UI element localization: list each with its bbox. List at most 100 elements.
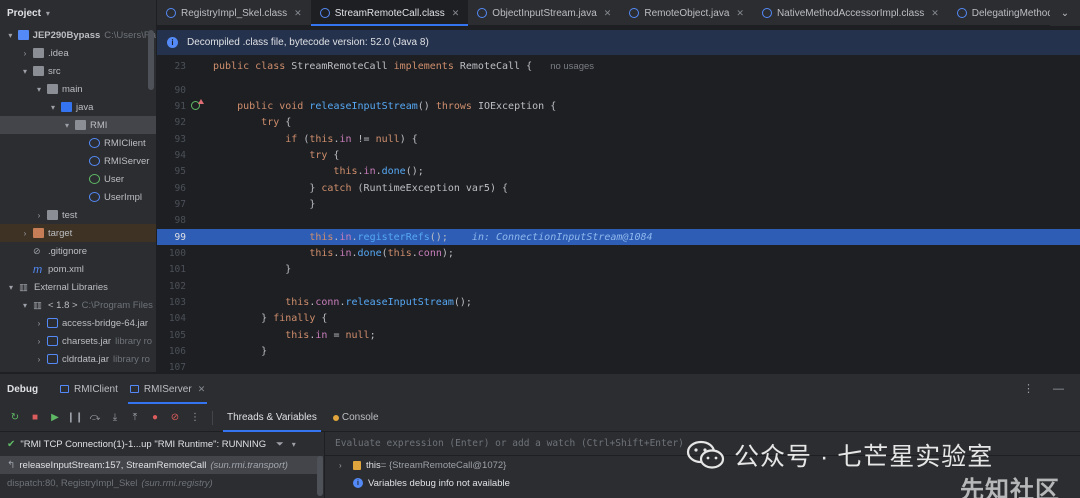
pause-icon[interactable]: ❙❙: [66, 409, 84, 427]
view-tab-threads-variables[interactable]: Threads & Variables: [219, 404, 325, 432]
gutter[interactable]: [186, 82, 213, 98]
gutter[interactable]: [186, 278, 213, 294]
editor-tab[interactable]: ObjectInputStream.java ✕: [468, 0, 620, 26]
thread-selector[interactable]: ✔ "RMI TCP Connection(1)-1...up "RMI Run…: [0, 432, 323, 456]
tree-item-user[interactable]: User: [0, 170, 156, 188]
gutter[interactable]: [186, 147, 213, 163]
tree-item-java[interactable]: ▾ java: [0, 98, 156, 116]
gutter[interactable]: [186, 262, 213, 278]
rerun-icon[interactable]: ↻: [6, 409, 24, 427]
stack-frame[interactable]: ↰ releaseInputStream:157, StreamRemoteCal…: [0, 456, 323, 474]
frame-package: (sun.rmi.registry): [141, 477, 213, 489]
step-out-icon[interactable]: ⤒: [126, 409, 144, 427]
tree-item-userimpl[interactable]: UserImpl: [0, 188, 156, 206]
gutter[interactable]: [186, 344, 213, 360]
tree-item-rmi[interactable]: ▾ RMI: [0, 116, 156, 134]
chevron-down-icon[interactable]: ▾: [6, 31, 15, 40]
library-icon: ▥: [19, 282, 28, 293]
gutter[interactable]: [186, 164, 213, 180]
chevron-right-icon[interactable]: ›: [34, 355, 44, 364]
gutter[interactable]: [186, 229, 213, 245]
close-icon[interactable]: ✕: [452, 8, 460, 19]
chevron-right-icon[interactable]: ›: [34, 337, 44, 346]
close-icon[interactable]: ✕: [294, 8, 302, 19]
gutter[interactable]: [186, 213, 213, 229]
editor-tab[interactable]: StreamRemoteCall.class ✕: [310, 0, 469, 26]
close-icon[interactable]: ✕: [736, 8, 744, 19]
tree-item--gitignore[interactable]: ⊘ .gitignore: [0, 242, 156, 260]
resume-icon[interactable]: ▶: [46, 409, 64, 427]
project-scrollbar[interactable]: [148, 30, 154, 90]
chevron-right-icon[interactable]: ›: [34, 319, 44, 328]
chevron-down-icon[interactable]: ▾: [20, 301, 30, 310]
chevron-right-icon[interactable]: ›: [339, 461, 353, 470]
code-editor[interactable]: 23 public class StreamRemoteCall impleme…: [157, 55, 1080, 373]
chevron-down-icon[interactable]: ▾: [34, 85, 44, 94]
tree-item-jep290bypass[interactable]: ▾ JEP290Bypass C:\Users\Ra: [0, 26, 156, 44]
debug-tab-rmiclient[interactable]: RMIClient: [54, 374, 124, 404]
chevron-right-icon[interactable]: ›: [34, 211, 44, 220]
code-text: if (this.in != null) {: [285, 133, 418, 145]
tree-item-label: UserImpl: [104, 191, 143, 203]
view-breakpoints-icon[interactable]: ●: [146, 409, 164, 427]
tabs-dropdown-icon[interactable]: ⌄: [1050, 0, 1080, 26]
gutter[interactable]: [186, 295, 213, 311]
tree-item-target[interactable]: › target: [0, 224, 156, 242]
class-file-icon: [166, 8, 176, 18]
debug-tab-rmiserver[interactable]: RMIServer ✕: [124, 374, 211, 404]
gutter[interactable]: [186, 311, 213, 327]
editor-tab[interactable]: RegistryImpl_Skel.class ✕: [157, 0, 311, 26]
more-options-icon[interactable]: ⋮ —: [1023, 382, 1072, 395]
chevron-down-icon[interactable]: ▾: [62, 121, 72, 130]
check-icon: ✔: [7, 438, 16, 450]
tree-item-cldrdata-jar[interactable]: › cldrdata.jar library ro: [0, 350, 156, 368]
more-icon[interactable]: ⋮: [186, 409, 204, 427]
tree-item-access-bridge-64-jar[interactable]: › access-bridge-64.jar: [0, 314, 156, 332]
editor-tab[interactable]: DelegatingMethod: [948, 0, 1062, 26]
step-over-icon[interactable]: ⤼: [86, 409, 104, 427]
tree-item-rmiclient[interactable]: RMIClient: [0, 134, 156, 152]
tree-item--idea[interactable]: › .idea: [0, 44, 156, 62]
close-icon[interactable]: ✕: [198, 384, 206, 395]
tree-item-pom-xml[interactable]: m pom.xml: [0, 260, 156, 278]
gutter[interactable]: [186, 115, 213, 131]
stack-frame[interactable]: dispatch:80, RegistryImpl_Skel (sun.rmi.r…: [0, 474, 323, 492]
tree-item--1-8-[interactable]: ▾ ▥ < 1.8 > C:\Program Files: [0, 296, 156, 314]
chevron-down-icon[interactable]: ▾: [48, 103, 58, 112]
source-folder-icon: [61, 102, 72, 112]
tree-item-external-libraries[interactable]: ▾ ▥ External Libraries: [0, 278, 156, 296]
tree-item-main[interactable]: ▾ main: [0, 80, 156, 98]
tree-item-charsets-jar[interactable]: › charsets.jar library ro: [0, 332, 156, 350]
gutter[interactable]: [186, 196, 213, 212]
tree-item-rmiserver[interactable]: RMIServer: [0, 152, 156, 170]
gutter[interactable]: [186, 180, 213, 196]
close-icon[interactable]: ✕: [604, 8, 612, 19]
tree-item-label: User: [104, 173, 125, 185]
mute-breakpoints-icon[interactable]: ⊘: [166, 409, 184, 427]
watermark-secondary: 先知社区: [960, 477, 1060, 498]
project-header[interactable]: Project ▾: [0, 0, 156, 26]
tree-item-src[interactable]: ▾ src: [0, 62, 156, 80]
frames-scrollbar[interactable]: [317, 456, 323, 496]
chevron-down-icon[interactable]: ▾: [46, 9, 50, 18]
gutter[interactable]: [186, 327, 213, 343]
gutter[interactable]: [186, 98, 213, 114]
chevron-right-icon[interactable]: ›: [20, 49, 30, 58]
tree-item-test[interactable]: › test: [0, 206, 156, 224]
gutter[interactable]: [186, 246, 213, 262]
editor-tab[interactable]: RemoteObject.java ✕: [620, 0, 753, 26]
gutter[interactable]: [186, 131, 213, 147]
chevron-right-icon[interactable]: ›: [20, 229, 30, 238]
close-icon[interactable]: ✕: [931, 8, 939, 19]
view-tab-console[interactable]: Console: [325, 404, 387, 432]
editor-tab[interactable]: NativeMethodAccessorImpl.class ✕: [753, 0, 948, 26]
step-into-icon[interactable]: ⤓: [106, 409, 124, 427]
stop-icon[interactable]: ■: [26, 409, 44, 427]
filter-icon[interactable]: ⏷: [276, 439, 284, 450]
code-text: this.conn.releaseInputStream();: [285, 297, 472, 309]
code-line: 101 }: [157, 262, 1080, 278]
chevron-down-icon[interactable]: ▾: [6, 283, 16, 292]
gutter[interactable]: [186, 360, 213, 373]
chevron-down-icon[interactable]: ▾: [292, 440, 296, 449]
chevron-down-icon[interactable]: ▾: [20, 67, 30, 76]
